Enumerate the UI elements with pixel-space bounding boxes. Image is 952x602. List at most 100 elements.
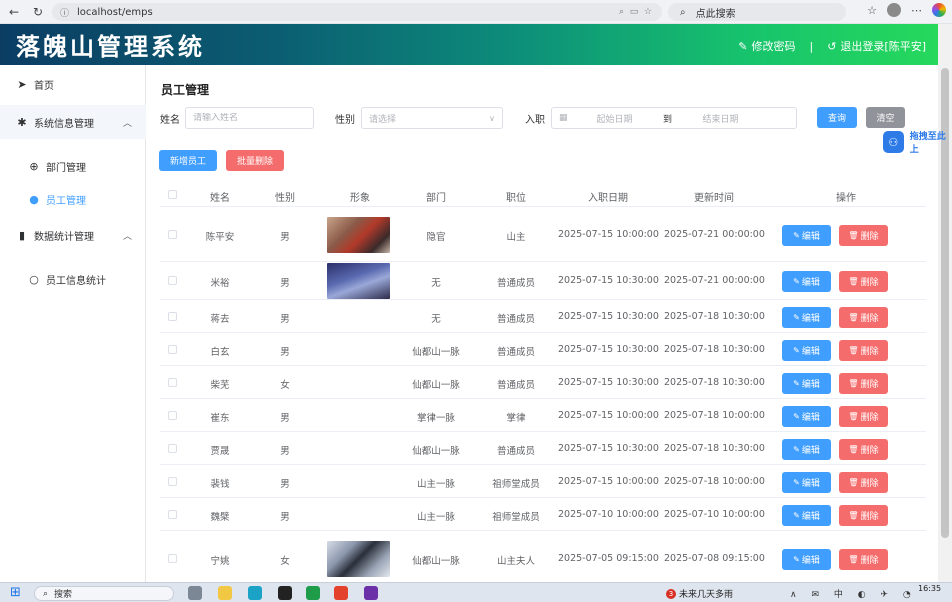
row-checkbox[interactable] [168, 312, 177, 321]
row-checkbox[interactable] [168, 477, 177, 486]
edit-button[interactable]: ✎ 编辑 [782, 307, 831, 328]
cell-department: 仙都山一脉 [412, 446, 460, 457]
edit-icon: ✎ [793, 379, 800, 388]
delete-button[interactable]: 🗑 删除 [839, 549, 888, 570]
delete-button[interactable]: 🗑 删除 [839, 472, 888, 493]
taskbar: ⊞ ⌕ 搜索 3 未来几天多雨 ∧ ✉ 中 ◐ ✈ ◔ 16:35 [0, 582, 952, 602]
cell-entry-date: 2025-07-15 10:00:00 [558, 410, 659, 421]
trash-icon: 🗑 [848, 379, 859, 388]
gender-select[interactable]: 请选择 ∨ [361, 107, 503, 129]
entry-date-label: 入职 [525, 115, 545, 126]
delete-button[interactable]: 🗑 删除 [839, 373, 888, 394]
cell-department: 掌律一脉 [416, 413, 455, 424]
browser-search-box[interactable]: ⌕ 点此搜索 [668, 3, 846, 21]
trash-icon: 🗑 [848, 313, 859, 322]
more-menu-icon[interactable]: ⋯ [911, 4, 922, 17]
entry-date-range-picker[interactable]: ▦ 起始日期 到 结束日期 [551, 107, 797, 129]
edit-button-label: 编辑 [801, 446, 820, 456]
edit-button-label: 编辑 [801, 232, 820, 242]
select-all-checkbox[interactable] [168, 190, 177, 199]
row-checkbox[interactable] [168, 554, 177, 563]
sidebar-item-employees[interactable]: ● 员工管理 [0, 183, 146, 215]
delete-button[interactable]: 🗑 删除 [839, 439, 888, 460]
sidebar-item-label: 系统信息管理 [34, 118, 94, 130]
delete-button[interactable]: 🗑 删除 [839, 225, 888, 246]
address-tools-icons[interactable]: ⌕ ▭ ☆ [619, 7, 652, 17]
delete-button[interactable]: 🗑 删除 [839, 406, 888, 427]
edit-button[interactable]: ✎ 编辑 [782, 373, 831, 394]
site-info-icon[interactable]: ⓘ [60, 6, 69, 19]
sidebar-group-system[interactable]: ✱ 系统信息管理 ︿ [0, 105, 146, 139]
table-row: 宁姚 女 仙都山一脉 山主夫人 2025-07-05 09:15:00 2025-07-0… [160, 531, 926, 586]
edit-button[interactable]: ✎ 编辑 [782, 505, 831, 526]
edge-browser-icon[interactable] [248, 586, 262, 600]
change-password-link[interactable]: 修改密码 [751, 38, 795, 54]
pycharm-icon[interactable] [306, 586, 320, 600]
sidebar-item-home[interactable]: ➤ 首页 [0, 68, 146, 100]
cell-name: 陈平安 [205, 232, 235, 243]
add-employee-button[interactable]: 新增员工 [159, 150, 217, 171]
row-checkbox[interactable] [168, 510, 177, 519]
taskbar-clock[interactable]: 16:35 [918, 584, 941, 593]
edit-button[interactable]: ✎ 编辑 [782, 340, 831, 361]
edit-button[interactable]: ✎ 编辑 [782, 549, 831, 570]
edit-icon: ✎ [793, 313, 800, 322]
task-view-icon[interactable] [188, 586, 202, 600]
end-date-placeholder[interactable]: 结束日期 [686, 112, 756, 125]
edit-button-label: 编辑 [801, 314, 820, 324]
sidebar-group-statistics[interactable]: ▮ 数据统计管理 ︿ [0, 219, 146, 251]
file-explorer-icon[interactable] [218, 586, 232, 600]
windows-start-icon[interactable]: ⊞ [10, 586, 24, 600]
edit-button[interactable]: ✎ 编辑 [782, 439, 831, 460]
user-icon: ● [29, 192, 39, 206]
batch-delete-button[interactable]: 批量删除 [226, 150, 284, 171]
cell-entry-date: 2025-07-15 10:30:00 [558, 443, 659, 454]
delete-button[interactable]: 🗑 删除 [839, 505, 888, 526]
copilot-icon[interactable] [932, 3, 946, 17]
row-checkbox[interactable] [168, 378, 177, 387]
edit-button[interactable]: ✎ 编辑 [782, 472, 831, 493]
edit-icon: ✎ [793, 478, 800, 487]
row-checkbox[interactable] [168, 444, 177, 453]
sidebar-item-departments[interactable]: ⊕ 部门管理 [0, 150, 146, 182]
edit-button[interactable]: ✎ 编辑 [782, 406, 831, 427]
address-bar[interactable]: ⓘ localhost/emps ⌕ ▭ ☆ [52, 3, 662, 21]
cell-department: 无 [431, 314, 441, 325]
system-tray-icons[interactable]: ∧ ✉ 中 ◐ ✈ ◔ [790, 587, 917, 600]
delete-button[interactable]: 🗑 删除 [839, 307, 888, 328]
row-checkbox[interactable] [168, 276, 177, 285]
row-checkbox[interactable] [168, 230, 177, 239]
sidebar-item-employee-stats[interactable]: ○ 员工信息统计 [0, 263, 146, 295]
edit-button[interactable]: ✎ 编辑 [782, 225, 831, 246]
logout-link[interactable]: 退出登录[陈平安] [840, 38, 926, 54]
table-row: 崔东 男 掌律一脉 掌律 2025-07-15 10:00:00 2025-07-18 1… [160, 399, 926, 432]
edit-button[interactable]: ✎ 编辑 [782, 271, 831, 292]
favorites-icon[interactable]: ☆ [867, 4, 877, 17]
office-icon[interactable] [334, 586, 348, 600]
profile-avatar[interactable] [887, 3, 901, 17]
chevron-down-icon: ∨ [489, 113, 495, 123]
name-label: 姓名 [160, 115, 180, 126]
taskbar-search[interactable]: ⌕ 搜索 [34, 586, 174, 601]
row-checkbox[interactable] [168, 345, 177, 354]
cell-position: 掌律 [506, 413, 526, 424]
app-icon-dark[interactable] [278, 586, 292, 600]
start-date-placeholder[interactable]: 起始日期 [580, 112, 650, 125]
chevron-up-icon: ︿ [122, 231, 132, 242]
refresh-icon[interactable]: ↻ [28, 2, 48, 22]
row-checkbox[interactable] [168, 411, 177, 420]
query-button[interactable]: 查询 [817, 107, 857, 128]
name-input[interactable] [193, 113, 313, 123]
table-row: 蒋去 男 无 普通成员 2025-07-15 10:30:00 2025-07-18 10… [160, 300, 926, 333]
cell-department: 山主一脉 [416, 479, 455, 490]
weather-widget[interactable]: 3 未来几天多雨 [666, 587, 733, 600]
name-input-box[interactable] [185, 107, 314, 129]
back-icon[interactable]: ← [4, 2, 24, 22]
trash-icon: 🗑 [848, 412, 859, 421]
cell-entry-date: 2025-07-10 10:00:00 [558, 509, 659, 520]
intellij-icon[interactable] [364, 586, 378, 600]
delete-button[interactable]: 🗑 删除 [839, 340, 888, 361]
delete-button[interactable]: 🗑 删除 [839, 271, 888, 292]
clear-button[interactable]: 清空 [866, 107, 905, 128]
drag-drop-widget[interactable]: ⚇ 拖拽至此上 [883, 131, 952, 155]
